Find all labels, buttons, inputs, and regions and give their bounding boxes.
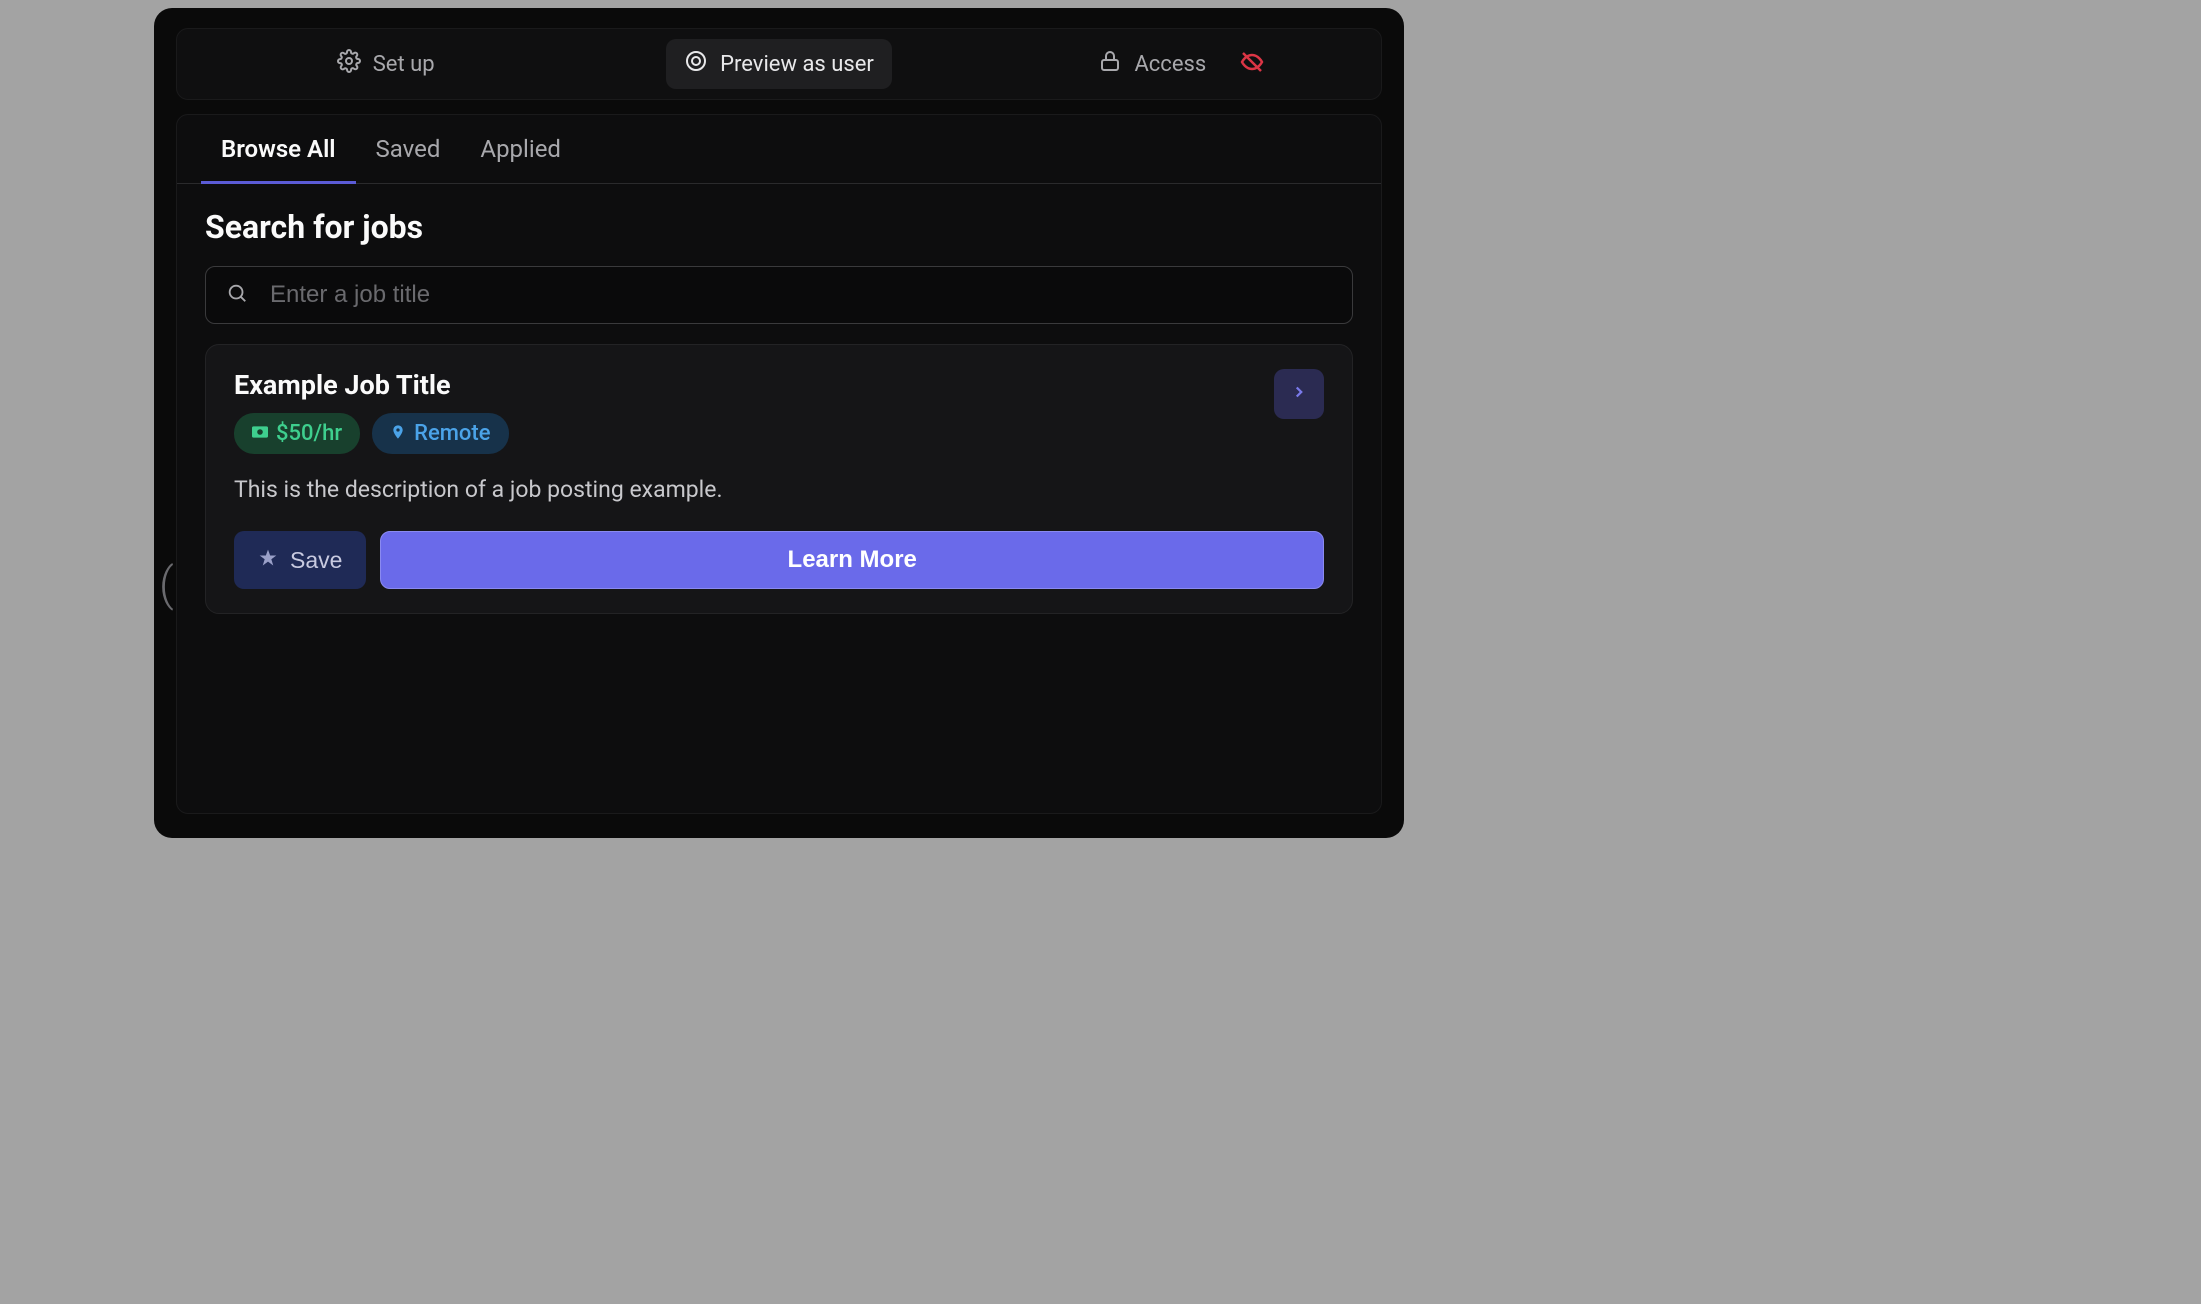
job-card: Example Job Title $50/hr: [205, 344, 1353, 614]
badges: $50/hr Remote: [234, 413, 509, 454]
setup-label: Set up: [373, 52, 435, 77]
save-label: Save: [290, 547, 342, 574]
toolbar: Set up Preview as user: [176, 28, 1382, 100]
tab-label: Applied: [480, 135, 561, 163]
tab-saved[interactable]: Saved: [356, 115, 461, 184]
card-actions: Save Learn More: [234, 531, 1324, 589]
job-title: Example Job Title: [234, 369, 509, 401]
tab-label: Saved: [376, 135, 441, 163]
access-label: Access: [1134, 52, 1206, 77]
page-title: Search for jobs: [205, 208, 1353, 246]
location-value: Remote: [414, 421, 490, 446]
expand-button[interactable]: [1274, 369, 1324, 419]
chevron-right-icon: [1290, 383, 1308, 405]
job-description: This is the description of a job posting…: [234, 476, 1324, 503]
save-button[interactable]: Save: [234, 531, 366, 589]
side-handle[interactable]: (: [159, 565, 179, 605]
eye-off-icon[interactable]: [1240, 50, 1264, 78]
setup-button[interactable]: Set up: [319, 39, 453, 89]
money-icon: [252, 421, 268, 446]
star-icon: [258, 547, 278, 574]
rate-badge: $50/hr: [234, 413, 360, 454]
preview-button[interactable]: Preview as user: [666, 39, 892, 89]
content-panel: ( Browse All Saved Applied Search for jo…: [176, 114, 1382, 814]
learn-more-button[interactable]: Learn More: [380, 531, 1324, 589]
tabs: Browse All Saved Applied: [177, 115, 1381, 184]
location-badge: Remote: [372, 413, 508, 454]
tab-browse-all[interactable]: Browse All: [201, 115, 356, 184]
access-button[interactable]: Access: [1080, 39, 1224, 89]
preview-label: Preview as user: [720, 52, 874, 77]
tab-applied[interactable]: Applied: [460, 115, 581, 184]
learn-label: Learn More: [788, 546, 917, 573]
gear-icon: [337, 49, 361, 79]
tab-label: Browse All: [221, 135, 336, 163]
pin-icon: [390, 421, 406, 446]
lock-icon: [1098, 49, 1122, 79]
app-container: Set up Preview as user: [154, 8, 1404, 838]
target-icon: [684, 49, 708, 79]
search-icon: [226, 282, 248, 308]
rate-value: $50/hr: [276, 421, 342, 446]
search-input[interactable]: [270, 281, 1332, 309]
search-container[interactable]: [205, 266, 1353, 324]
